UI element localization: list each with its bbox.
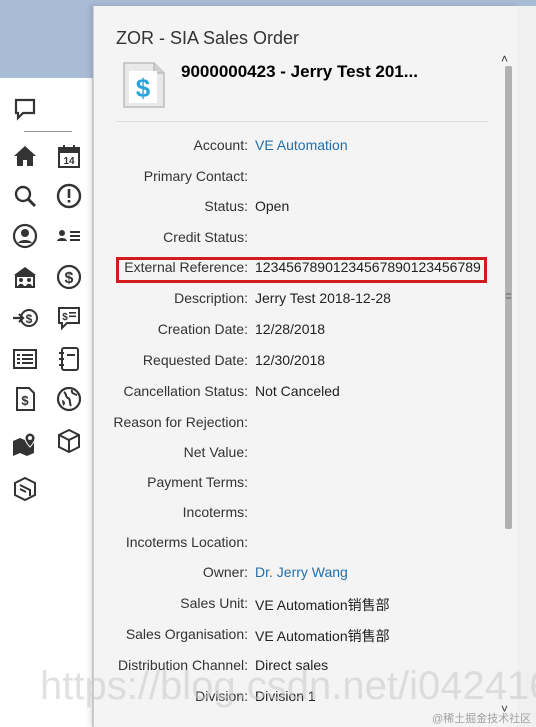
field-label: Distribution Channel: (118, 657, 248, 673)
svg-text:$: $ (136, 73, 151, 103)
chat-icon[interactable] (11, 95, 39, 123)
nav-divider (24, 131, 72, 132)
field-label: Net Value: (183, 444, 248, 460)
field-value: 12/30/2018 (255, 352, 326, 368)
field-incoterms: Incoterms: (94, 504, 518, 524)
field-label: Division: (195, 688, 248, 704)
field-label: Credit Status: (163, 229, 248, 245)
map-pin-icon[interactable] (11, 430, 39, 458)
field-account: Account: VE Automation (94, 137, 518, 157)
field-sales-unit: Sales Unit: VE Automation销售部 (94, 595, 518, 615)
field-value: 12/28/2018 (255, 321, 326, 337)
field-label: Sales Organisation: (125, 626, 248, 642)
svg-text:$: $ (26, 312, 33, 326)
field-label: Incoterms: (182, 504, 248, 520)
calendar-icon[interactable]: 14 (55, 142, 83, 170)
home-icon[interactable] (11, 142, 39, 170)
account-link[interactable]: VE Automation (255, 137, 348, 153)
right-gutter (517, 6, 536, 727)
list-icon[interactable] (11, 345, 39, 373)
cube-icon[interactable] (11, 475, 39, 503)
field-reason-for-rejection: Reason for Rejection: (94, 414, 518, 434)
field-label: Description: (174, 290, 248, 306)
alert-icon[interactable] (55, 182, 83, 210)
svg-text:$: $ (65, 270, 74, 287)
field-value: Division 1 (255, 688, 316, 704)
search-icon[interactable] (11, 182, 39, 210)
field-label: Sales Unit: (180, 595, 248, 611)
field-value: Open (255, 198, 290, 214)
field-creation-date: Creation Date: 12/28/2018 (94, 321, 518, 341)
field-incoterms-location: Incoterms Location: (94, 534, 518, 554)
field-credit-status: Credit Status: (94, 229, 518, 249)
field-value: Jerry Test 2018-12-28 (255, 290, 391, 306)
left-navigation-bar: 14 $ $ $ $ (0, 78, 93, 727)
field-label: Primary Contact: (143, 168, 248, 184)
person-icon[interactable] (11, 222, 39, 250)
header-divider (116, 121, 488, 122)
field-primary-contact: Primary Contact: (94, 168, 518, 188)
field-value: Direct sales (255, 657, 329, 673)
field-label: Payment Terms: (147, 474, 248, 490)
field-division: Division: Division 1 (94, 688, 518, 708)
field-description: Description: Jerry Test 2018-12-28 (94, 290, 518, 310)
contacts-list-icon[interactable] (55, 222, 83, 250)
field-sales-organisation: Sales Organisation: VE Automation销售部 (94, 626, 518, 646)
globe-icon[interactable] (55, 385, 83, 413)
field-label: Owner: (202, 564, 248, 580)
transfer-money-icon[interactable]: $ (11, 304, 39, 332)
accounts-icon[interactable] (11, 263, 39, 291)
field-label: Requested Date: (142, 352, 248, 368)
box-icon[interactable] (55, 427, 83, 455)
field-value: Not Canceled (255, 383, 340, 399)
field-cancellation-status: Cancellation Status: Not Canceled (94, 383, 518, 403)
field-label: Incoterms Location: (125, 534, 248, 550)
field-distribution-channel: Distribution Channel: Direct sales (94, 657, 518, 677)
field-value: VE Automation销售部 (255, 597, 390, 613)
svg-text:$: $ (62, 312, 68, 323)
field-label: Status: (204, 198, 248, 214)
panel-title: ZOR - SIA Sales Order (116, 28, 300, 48)
field-owner: Owner: Dr. Jerry Wang (94, 564, 518, 584)
quote-icon[interactable]: $ (55, 304, 83, 332)
external-reference-highlight (116, 257, 487, 283)
document-dollar-icon[interactable]: $ (11, 385, 39, 413)
sales-order-header: 9000000423 - Jerry Test 201... (181, 62, 418, 81)
sales-order-document-icon: $ (122, 61, 166, 109)
field-status: Status: Open (94, 198, 518, 218)
field-requested-date: Requested Date: 12/30/2018 (94, 352, 518, 372)
calendar-day-label: 14 (63, 156, 75, 167)
field-value: VE Automation销售部 (255, 628, 390, 644)
field-payment-terms: Payment Terms: (94, 474, 518, 494)
field-label: Account: (193, 137, 248, 153)
field-label: Reason for Rejection: (113, 414, 248, 430)
quick-view-panel: ZOR - SIA Sales Order $ 9000000423 - Jer… (93, 6, 518, 727)
field-net-value: Net Value: (94, 444, 518, 464)
field-label: Cancellation Status: (123, 383, 248, 399)
owner-link[interactable]: Dr. Jerry Wang (255, 564, 348, 580)
field-label: Creation Date: (157, 321, 248, 337)
notebook-icon[interactable] (55, 345, 83, 373)
svg-text:$: $ (21, 393, 29, 408)
dollar-circle-icon[interactable]: $ (55, 263, 83, 291)
scroll-up-icon[interactable]: ˄ (501, 52, 508, 66)
